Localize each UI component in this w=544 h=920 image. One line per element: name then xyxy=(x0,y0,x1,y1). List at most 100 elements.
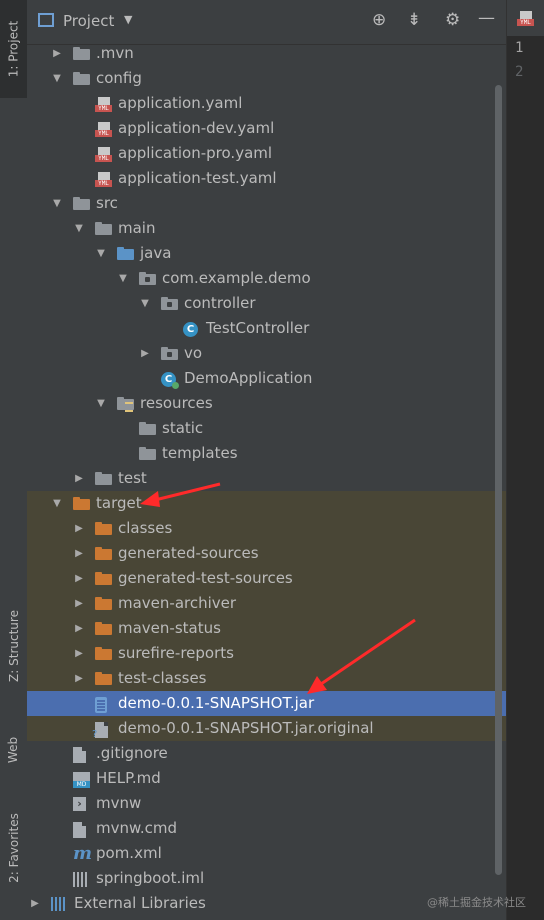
iml-file-icon xyxy=(73,872,90,887)
chevron-right-icon[interactable]: ▶ xyxy=(73,466,85,491)
chevron-down-icon[interactable]: ▼ xyxy=(51,66,63,91)
tree-node[interactable]: ▼ com.example.demo xyxy=(27,266,506,291)
tree-node-label: surefire-reports xyxy=(118,644,234,662)
gear-icon[interactable]: ⚙ xyxy=(445,10,460,30)
tree-node[interactable]: YML application-dev.yaml xyxy=(27,116,506,141)
project-panel: Project ▼ ⊕ ⇟ ⚙ — ▶ .mvn ▼ config YML applica… xyxy=(27,0,506,920)
yaml-file-icon: YML xyxy=(95,97,112,112)
chevron-right-icon[interactable]: ▶ xyxy=(139,341,151,366)
tree-node-label: resources xyxy=(140,394,213,412)
tree-node[interactable]: ▼ main xyxy=(27,216,506,241)
web-tool-tab[interactable]: Web xyxy=(0,720,27,780)
tree-node[interactable]: › mvnw xyxy=(27,791,506,816)
tree-node-label: application-test.yaml xyxy=(118,169,277,187)
chevron-down-icon[interactable]: ▼ xyxy=(51,191,63,216)
chevron-down-icon[interactable]: ▼ xyxy=(73,216,85,241)
chevron-right-icon[interactable]: ▶ xyxy=(73,541,85,566)
hide-icon[interactable]: — xyxy=(478,8,495,28)
resources-folder-icon xyxy=(117,397,134,412)
tree-node[interactable]: ▶ generated-test-sources xyxy=(27,566,506,591)
spring-class-icon: C xyxy=(161,372,179,389)
tree-node[interactable]: templates xyxy=(27,441,506,466)
chevron-right-icon[interactable]: ▶ xyxy=(73,566,85,591)
tree-node[interactable]: .gitignore xyxy=(27,741,506,766)
package-icon xyxy=(161,297,178,310)
collapse-all-icon[interactable]: ⇟ xyxy=(407,10,421,30)
tree-node[interactable]: ▼ controller xyxy=(27,291,506,316)
tree-node-label: target xyxy=(96,494,142,512)
folder-grey-icon xyxy=(73,197,90,210)
tree-node[interactable]: demo-0.0.1-SNAPSHOT.jar xyxy=(27,691,506,716)
tree-node-label: TestController xyxy=(206,319,310,337)
chevron-right-icon[interactable]: ▶ xyxy=(73,616,85,641)
tree-node[interactable]: YML application.yaml xyxy=(27,91,506,116)
yaml-file-icon: YML xyxy=(95,172,112,187)
package-icon xyxy=(139,272,156,285)
class-icon: C xyxy=(183,322,200,337)
project-view-title[interactable]: Project xyxy=(63,12,114,30)
chevron-down-icon[interactable]: ▼ xyxy=(95,391,107,416)
chevron-right-icon[interactable]: ▶ xyxy=(73,591,85,616)
folder-grey-icon xyxy=(95,472,112,485)
tree-node[interactable]: static xyxy=(27,416,506,441)
chevron-down-icon[interactable]: ▼ xyxy=(124,13,132,26)
tree-node[interactable]: ▶ classes xyxy=(27,516,506,541)
tree-node[interactable]: YML application-pro.yaml xyxy=(27,141,506,166)
tree-node-label: application-dev.yaml xyxy=(118,119,275,137)
tree-node[interactable]: YML application-test.yaml xyxy=(27,166,506,191)
locate-icon[interactable]: ⊕ xyxy=(372,10,386,30)
tree-node[interactable]: mvnw.cmd xyxy=(27,816,506,841)
project-tool-tab[interactable]: 1: Project xyxy=(0,0,27,98)
tree-node-label: config xyxy=(96,69,142,87)
tree-node[interactable]: ▶ surefire-reports xyxy=(27,641,506,666)
tree-node-label: main xyxy=(118,219,156,237)
folder-orange-icon xyxy=(95,572,112,585)
tree-node-label: vo xyxy=(184,344,203,362)
chevron-down-icon[interactable]: ▼ xyxy=(95,241,107,266)
tree-node-label: generated-sources xyxy=(118,544,259,562)
chevron-right-icon[interactable]: ▶ xyxy=(51,41,63,66)
favorites-tool-tab[interactable]: 2: Favorites xyxy=(0,800,27,896)
structure-tool-tab[interactable]: Z: Structure xyxy=(0,602,27,690)
tree-node-label: maven-archiver xyxy=(118,594,237,612)
chevron-right-icon[interactable]: ▶ xyxy=(73,641,85,666)
tree-node[interactable]: ▶ test-classes xyxy=(27,666,506,691)
folder-orange-icon xyxy=(95,547,112,560)
folder-grey-icon xyxy=(73,72,90,85)
tree-node[interactable]: springboot.iml xyxy=(27,866,506,891)
tree-node[interactable]: C TestController xyxy=(27,316,506,341)
chevron-down-icon[interactable]: ▼ xyxy=(51,491,63,516)
chevron-right-icon[interactable]: ▶ xyxy=(73,516,85,541)
tree-node[interactable]: ▼ src xyxy=(27,191,506,216)
yaml-file-icon: YML xyxy=(95,147,112,162)
tree-node[interactable]: ▼ target xyxy=(27,491,506,516)
tree-node[interactable]: ▶ maven-status xyxy=(27,616,506,641)
tree-node[interactable]: ▶ .mvn xyxy=(27,41,506,66)
editor-tab[interactable]: YML xyxy=(507,0,544,36)
chevron-down-icon[interactable]: ▼ xyxy=(139,291,151,316)
chevron-right-icon[interactable]: ▶ xyxy=(73,666,85,691)
tree-node[interactable]: ? demo-0.0.1-SNAPSHOT.jar.original xyxy=(27,716,506,741)
tree-node-label: classes xyxy=(118,519,173,537)
tree-node[interactable]: m pom.xml xyxy=(27,841,506,866)
folder-orange-icon xyxy=(73,497,90,510)
folder-blue-icon xyxy=(117,247,134,260)
tree-node[interactable]: C DemoApplication xyxy=(27,366,506,391)
folder-grey-icon xyxy=(95,222,112,235)
tree-scrollbar[interactable] xyxy=(495,85,502,875)
tree-node[interactable]: ▼ resources xyxy=(27,391,506,416)
line-number: 2 xyxy=(515,64,524,80)
tree-node[interactable]: ▶ vo xyxy=(27,341,506,366)
tree-node[interactable]: ▶ maven-archiver xyxy=(27,591,506,616)
tree-node-label: test-classes xyxy=(118,669,207,687)
tree-node[interactable]: ▶ generated-sources xyxy=(27,541,506,566)
chevron-right-icon[interactable]: ▶ xyxy=(29,891,41,916)
tree-node[interactable]: ▼ java xyxy=(27,241,506,266)
chevron-down-icon[interactable]: ▼ xyxy=(117,266,129,291)
tree-node-label: springboot.iml xyxy=(96,869,205,887)
project-tree: ▶ .mvn ▼ config YML application.yaml YML applic… xyxy=(27,41,506,916)
tree-node[interactable]: ▼ config xyxy=(27,66,506,91)
project-view-icon xyxy=(38,13,54,27)
tree-node[interactable]: MD HELP.md xyxy=(27,766,506,791)
tree-node[interactable]: ▶ test xyxy=(27,466,506,491)
